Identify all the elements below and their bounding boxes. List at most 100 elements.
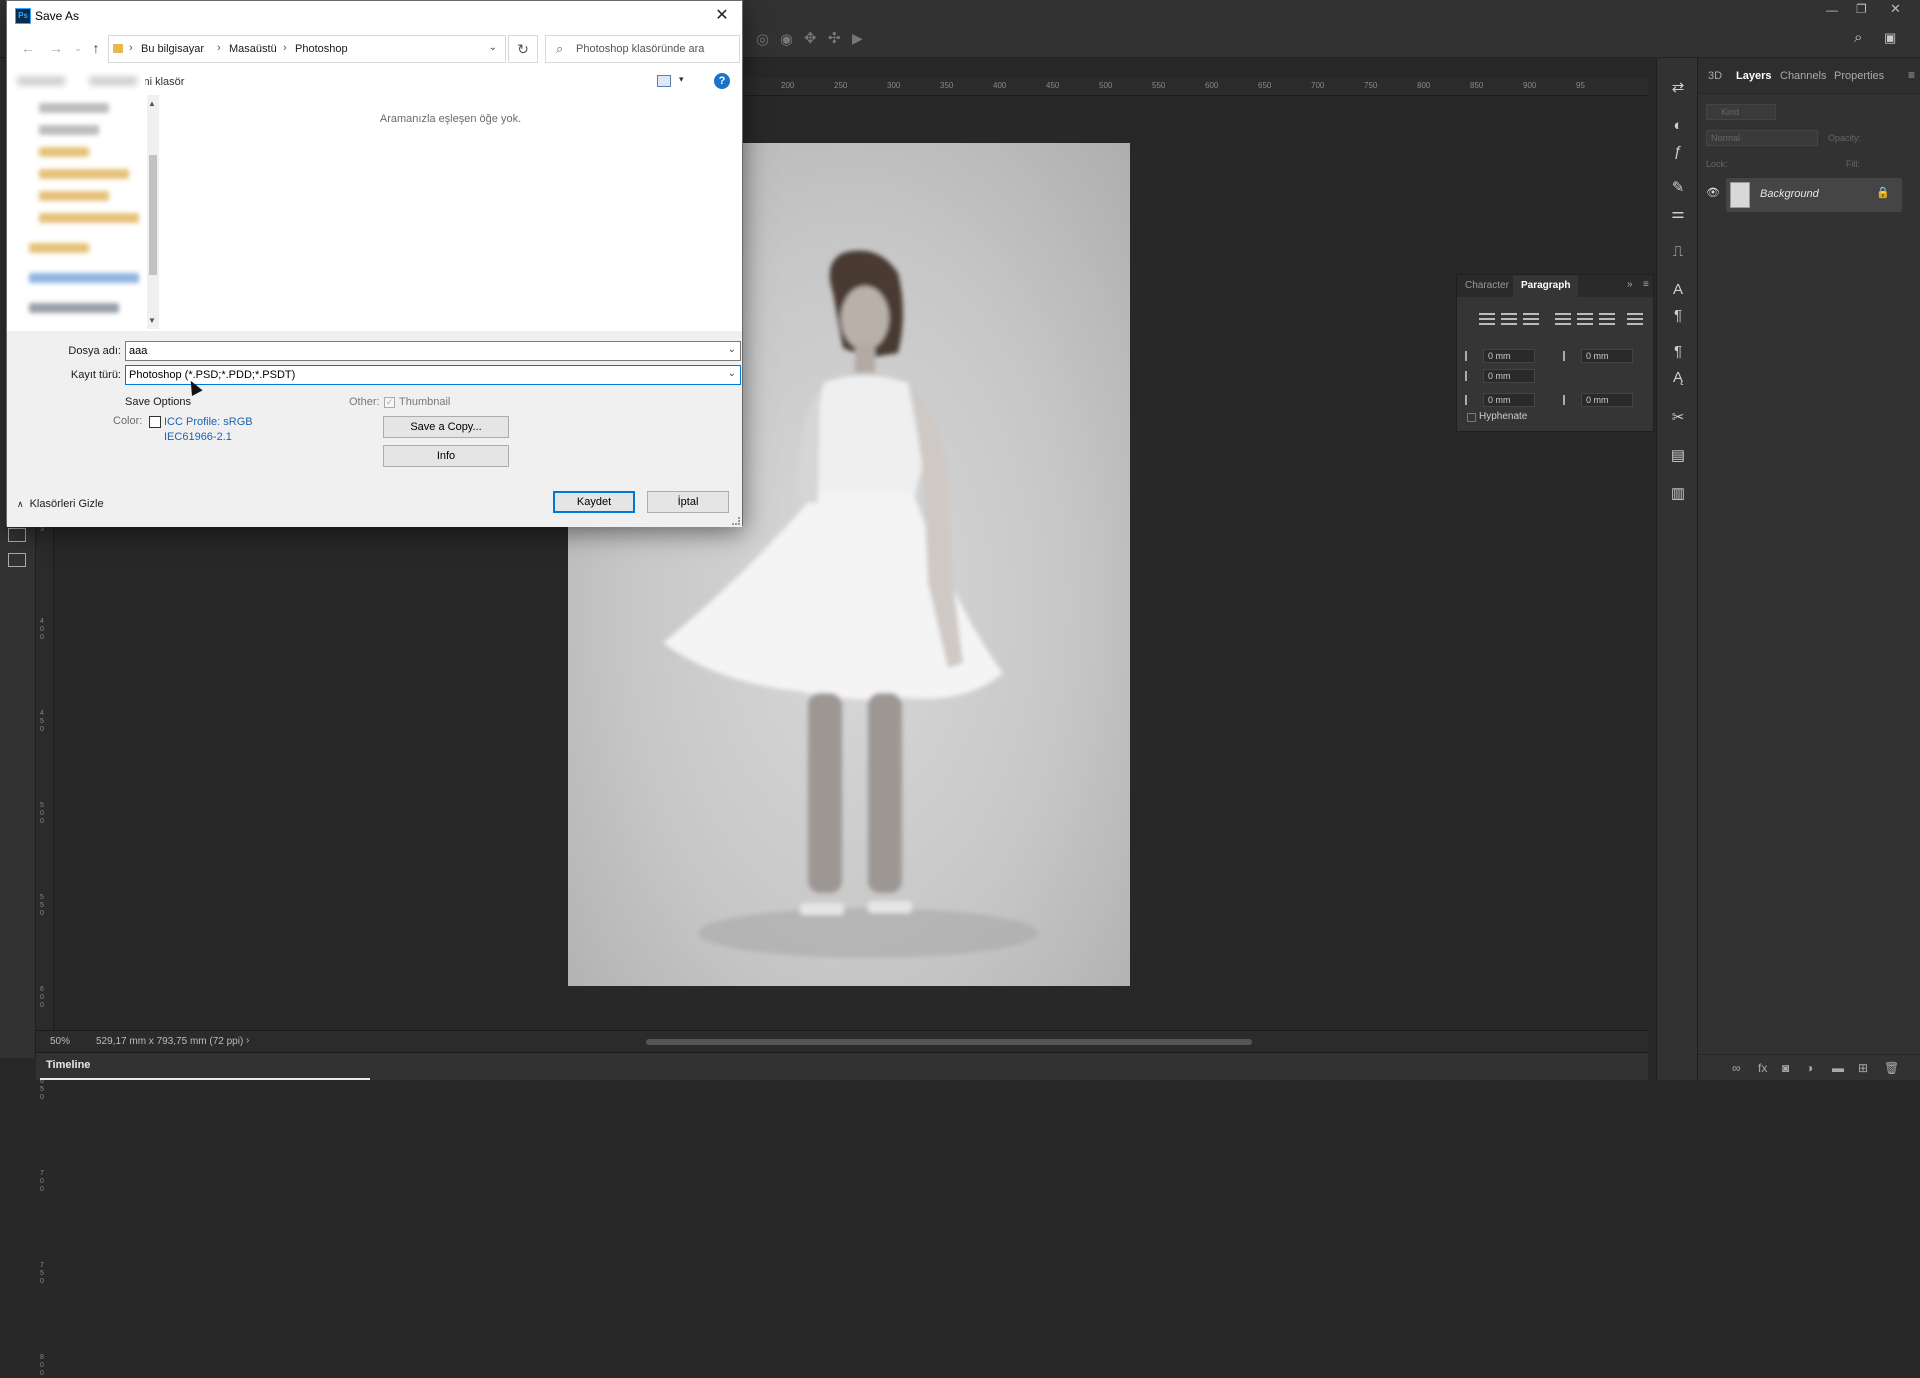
link-layers-icon[interactable]: ∞ (1732, 1061, 1741, 1075)
zoom-level[interactable]: 50% (50, 1036, 70, 1047)
character-icon[interactable]: A (1668, 280, 1688, 300)
window-close-icon[interactable]: ✕ (1890, 1, 1901, 17)
adjustments-icon[interactable]: ⚌ (1668, 204, 1688, 224)
tab-paragraph[interactable]: Paragraph (1513, 275, 1579, 297)
justify-center-icon[interactable] (1577, 313, 1593, 325)
nav-item[interactable] (39, 125, 99, 135)
paragraph-icon[interactable]: ¶ (1668, 306, 1688, 326)
tab-character[interactable]: Character (1465, 280, 1509, 291)
breadcrumb-this-pc[interactable]: Bu bilgisayar (141, 43, 204, 55)
save-button[interactable]: Kaydet (553, 491, 635, 513)
organize-menu[interactable] (17, 76, 137, 86)
restore-icon[interactable]: ❐ (1856, 2, 1867, 16)
fx-icon[interactable]: fx (1758, 1061, 1767, 1075)
adjustment-layer-icon[interactable]: ◑ (1806, 1061, 1813, 1075)
align-center-icon[interactable] (1501, 313, 1517, 325)
breadcrumb-photoshop[interactable]: Photoshop (295, 43, 348, 55)
justify-left-icon[interactable] (1555, 313, 1571, 325)
nav-item[interactable] (39, 169, 129, 179)
back-arrow-icon[interactable]: ← (19, 39, 37, 57)
slide-3d-icon[interactable]: ✣ (828, 29, 841, 47)
icc-profile-checkbox[interactable] (149, 416, 161, 428)
libraries-icon[interactable]: ▤ (1668, 446, 1688, 466)
nav-item[interactable] (29, 243, 89, 253)
orbit-3d-icon[interactable]: ◎ (756, 30, 769, 48)
scroll-down-icon[interactable]: ▼ (148, 316, 156, 325)
edit-toolbar-icon[interactable] (8, 528, 26, 542)
color-icon[interactable]: ◐ (1668, 116, 1688, 136)
nav-item[interactable] (29, 303, 119, 313)
pan-3d-icon[interactable]: ✥ (804, 29, 817, 47)
chevron-right-icon[interactable]: › (283, 42, 287, 54)
tab-channels[interactable]: Channels (1780, 70, 1826, 82)
mask-icon[interactable]: ◙ (1782, 1061, 1789, 1075)
minimize-icon[interactable]: — (1826, 3, 1838, 17)
chevron-down-icon[interactable]: ⌄ (489, 42, 497, 53)
chevron-right-icon[interactable]: › (217, 42, 221, 54)
nav-item[interactable] (29, 273, 139, 283)
search-icon[interactable]: ⌕ (1854, 29, 1862, 46)
indent-left-field[interactable]: 0 mm (1483, 349, 1535, 363)
chevron-right-icon[interactable]: › (129, 42, 133, 54)
tab-3d[interactable]: 3D (1708, 70, 1722, 82)
search-box[interactable]: ⌕ (545, 35, 740, 63)
resize-grip-icon[interactable] (732, 517, 740, 525)
styles-icon[interactable]: ƒ (1668, 142, 1688, 162)
scroll-up-icon[interactable]: ▲ (148, 99, 156, 108)
visibility-eye-icon[interactable]: 👁 (1706, 186, 1720, 199)
scroll-thumb[interactable] (149, 155, 157, 275)
hyphenate-checkbox[interactable] (1467, 413, 1476, 422)
nav-item[interactable] (39, 213, 139, 223)
nav-item[interactable] (39, 191, 109, 201)
tab-timeline[interactable]: Timeline (46, 1059, 90, 1071)
recent-locations-icon[interactable]: ⌄ (69, 39, 87, 57)
view-options-icon[interactable] (657, 75, 671, 87)
clone-source-icon[interactable]: ⎍ (1668, 242, 1688, 262)
nav-scrollbar[interactable]: ▲ ▼ (147, 95, 159, 329)
group-icon[interactable]: ▬ (1832, 1061, 1844, 1075)
file-list[interactable]: Aramanızla eşleşen öğe yok. (159, 95, 742, 329)
indent-right-field[interactable]: 0 mm (1581, 349, 1633, 363)
tab-layers[interactable]: Layers (1736, 70, 1771, 82)
horizontal-scrollbar[interactable] (646, 1039, 1252, 1045)
hide-folders-toggle[interactable]: ∧ Klasörleri Gizle (17, 498, 104, 510)
help-icon[interactable]: ? (714, 73, 730, 89)
first-line-indent-field[interactable]: 0 mm (1483, 369, 1535, 383)
camera-3d-icon[interactable]: ▶ (852, 30, 863, 47)
close-icon[interactable]: ✕ (708, 3, 736, 29)
save-a-copy-button[interactable]: Save a Copy... (383, 416, 509, 438)
justify-all-icon[interactable] (1627, 313, 1643, 325)
roll-3d-icon[interactable]: ◉ (780, 30, 793, 48)
paragraph-styles-icon[interactable]: ¶ (1668, 342, 1688, 362)
space-before-field[interactable]: 0 mm (1483, 393, 1535, 407)
chevron-down-icon[interactable]: ▾ (679, 74, 684, 85)
filename-input[interactable]: aaa (129, 345, 147, 357)
navigation-pane[interactable] (19, 95, 159, 329)
gradients-icon[interactable]: ▥ (1668, 484, 1688, 504)
panel-menu-icon[interactable]: ≡ (1643, 279, 1649, 290)
new-folder-button[interactable]: Yeni klasör (145, 76, 184, 88)
blend-mode-select[interactable]: Normal (1706, 130, 1818, 146)
breadcrumb-desktop[interactable]: Masaüstü (229, 43, 277, 55)
tab-properties[interactable]: Properties (1834, 70, 1884, 82)
filetype-select[interactable]: Photoshop (*.PSD;*.PDD;*.PSDT) ⌄ (125, 365, 741, 385)
nav-item[interactable] (39, 103, 109, 113)
brush-icon[interactable]: ✎ (1668, 178, 1688, 198)
delete-layer-icon[interactable]: 🗑 (1884, 1061, 1899, 1075)
info-button[interactable]: Info (383, 445, 509, 467)
lock-icon[interactable]: 🔒 (1876, 186, 1890, 199)
address-bar[interactable]: › Bu bilgisayar › Masaüstü › Photoshop ⌄ (108, 35, 506, 63)
thumbnail-checkbox[interactable]: ✓ (384, 397, 395, 408)
kind-filter[interactable]: Kind (1706, 104, 1776, 120)
history-icon[interactable]: ⇄ (1668, 78, 1688, 98)
panel-menu-icon[interactable]: ≡ (1908, 68, 1915, 82)
justify-right-icon[interactable] (1599, 313, 1615, 325)
refresh-icon[interactable]: ↻ (508, 35, 538, 63)
filename-field[interactable]: aaa ⌄ (125, 341, 741, 361)
collapse-icon[interactable]: » (1627, 279, 1633, 290)
screen-mode-icon[interactable] (8, 553, 26, 567)
chevron-right-icon[interactable]: › (246, 1035, 249, 1046)
nav-item[interactable] (39, 147, 89, 157)
align-right-icon[interactable] (1523, 313, 1539, 325)
new-layer-icon[interactable]: ⊞ (1858, 1061, 1868, 1075)
